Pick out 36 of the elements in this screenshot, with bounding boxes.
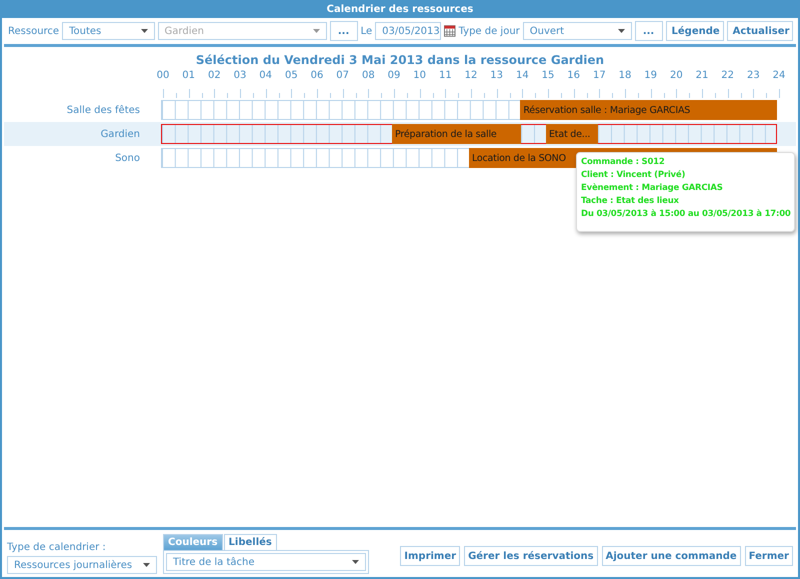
hour-label: 11	[438, 70, 452, 81]
hour-label: 07	[336, 70, 350, 81]
day-type-label: Type de jour	[458, 26, 520, 36]
hour-label: 23	[746, 70, 760, 81]
tooltip-line: Tache : Etat des lieux	[581, 195, 679, 207]
hour-label: 14	[516, 70, 529, 81]
hour-label: 10	[413, 70, 426, 81]
hour-label: 24	[772, 70, 786, 81]
window-title: Calendrier des ressources	[2, 0, 798, 18]
hour-label: 09	[388, 70, 400, 81]
hour-label: 12	[464, 70, 478, 81]
hour-label: 13	[490, 70, 504, 81]
hour-label: 22	[721, 70, 734, 81]
hour-label: 05	[284, 70, 298, 81]
hour-label: 04	[259, 70, 272, 81]
hour-label: 16	[567, 70, 580, 81]
hour-label: 03	[234, 70, 246, 81]
date-label: Le	[360, 26, 372, 36]
hour-label: 21	[696, 70, 708, 81]
tooltip-line: Commande : S012	[581, 156, 665, 168]
resource-label: Ressource	[8, 26, 60, 36]
tooltip-line: Client : Vincent (Privé)	[581, 169, 686, 181]
calendar-type-label: Type de calendrier :	[7, 542, 107, 553]
hour-label: 00	[156, 70, 170, 81]
hour-label: 15	[542, 70, 554, 81]
hour-label: 19	[644, 70, 658, 81]
hour-label: 01	[182, 70, 196, 81]
hour-label: 06	[310, 70, 324, 81]
hour-label: 17	[592, 70, 606, 81]
tooltip-line: Du 03/05/2013 à 15:00 au 03/05/2013 à 17:00	[581, 208, 791, 220]
tooltip-line: Evènement : Mariage GARCIAS	[581, 182, 723, 194]
hour-label: 02	[208, 70, 221, 81]
hour-label: 20	[670, 70, 683, 81]
selection-heading: Séléction du Vendredi 3 Mai 2013 dans la ressource Gardien	[194, 53, 606, 67]
hour-label: 08	[362, 70, 375, 81]
hour-label: 18	[618, 70, 632, 81]
